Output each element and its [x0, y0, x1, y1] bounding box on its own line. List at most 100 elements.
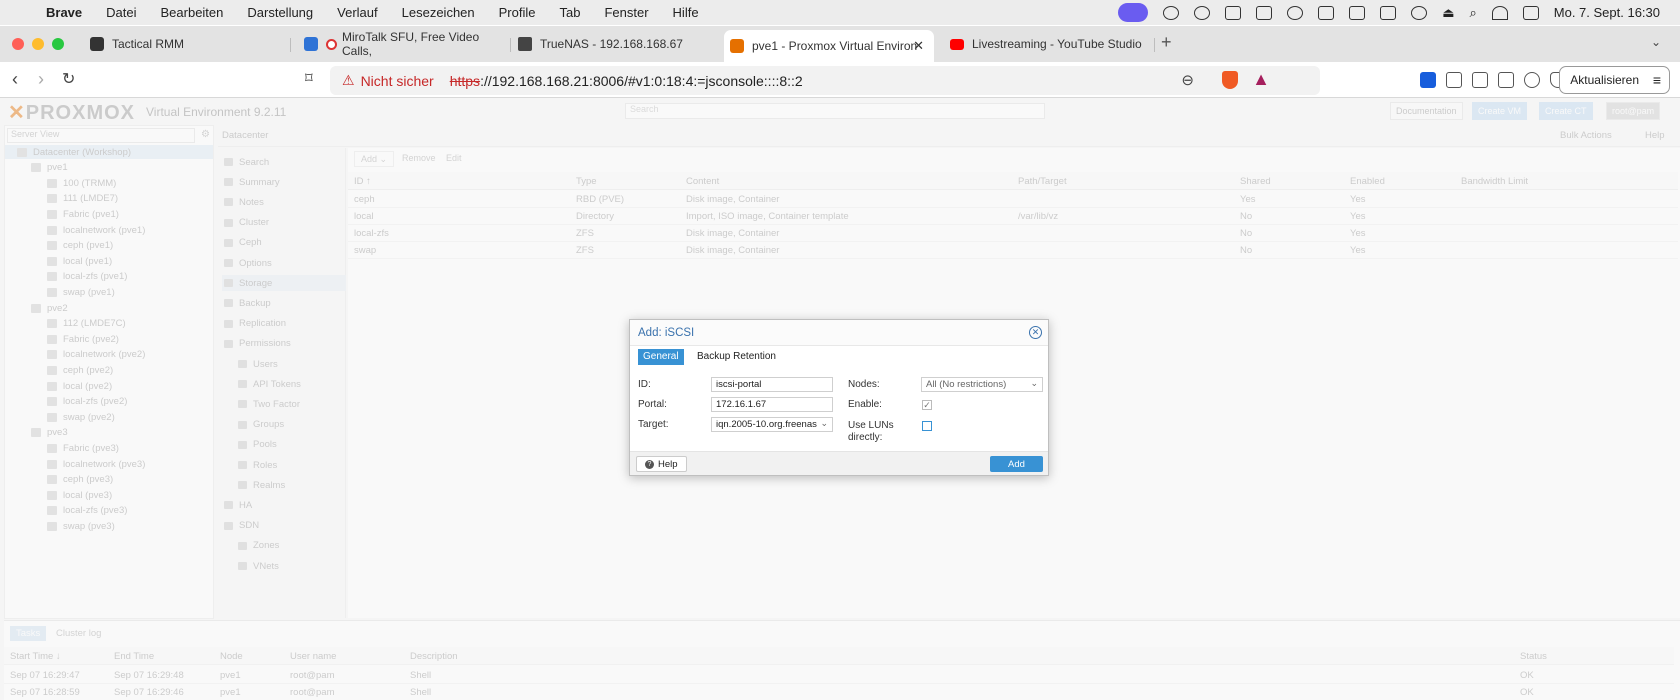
warning-icon[interactable]: ⚠ — [342, 72, 355, 89]
tab-cluster-log[interactable]: Cluster log — [50, 626, 107, 641]
user-menu-button[interactable]: root@pam — [1606, 102, 1661, 120]
tree-node[interactable]: swap (pve2) — [47, 410, 115, 424]
window-minimize-button[interactable] — [32, 38, 44, 50]
update-button[interactable]: Aktualisieren ≡ — [1559, 66, 1670, 94]
nav-item-search[interactable]: Search — [222, 154, 346, 170]
menu-item-tab[interactable]: Tab — [560, 5, 581, 20]
nav-item-vnets[interactable]: VNets — [222, 558, 346, 574]
leo-ai-icon[interactable] — [1524, 72, 1540, 88]
nav-item-backup[interactable]: Backup — [222, 295, 346, 311]
app-d-icon[interactable] — [1349, 5, 1366, 20]
close-tab-icon[interactable]: ✕ — [913, 38, 924, 54]
enable-checkbox[interactable]: ✓ — [922, 400, 932, 410]
column-header[interactable]: Content — [686, 176, 719, 187]
eject-icon[interactable]: ⏏ — [1442, 5, 1454, 21]
tab-tasks[interactable]: Tasks — [10, 626, 47, 641]
menu-item-darstellung[interactable]: Darstellung — [247, 5, 313, 20]
tree-node[interactable]: local (pve1) — [47, 254, 112, 268]
tab-list-chevron-icon[interactable]: ⌄ — [1651, 35, 1661, 49]
log-column-header[interactable]: Start Time ↓ — [10, 651, 61, 662]
tree-node[interactable]: Fabric (pve1) — [47, 207, 119, 221]
column-header[interactable]: Type — [576, 176, 597, 187]
address-bar[interactable]: ⚠ Nicht sicher https ://192.168.168.21:8… — [330, 66, 1320, 95]
help-button[interactable]: Help — [1645, 130, 1665, 141]
menu-item-bearbeiten[interactable]: Bearbeiten — [161, 5, 224, 20]
window-close-button[interactable] — [12, 38, 24, 50]
wallet-icon[interactable] — [1498, 72, 1514, 88]
bitwarden-icon[interactable] — [1420, 72, 1436, 88]
nav-item-pools[interactable]: Pools — [222, 437, 346, 453]
tree-node[interactable]: local-zfs (pve1) — [47, 270, 127, 284]
remove-storage-button[interactable]: Remove — [396, 151, 442, 167]
nav-item-replication[interactable]: Replication — [222, 316, 346, 332]
target-select[interactable]: iqn.2005-10.org.freenas ⌄ — [711, 417, 833, 432]
tree-node[interactable]: localnetwork (pve3) — [47, 457, 145, 471]
nodes-select[interactable]: All (No restrictions) ⌄ — [921, 377, 1043, 392]
column-header[interactable]: Path/Target — [1018, 176, 1067, 187]
tree-node[interactable]: 100 (TRMM) — [47, 176, 116, 190]
tab-tactical-rmm[interactable]: Tactical RMM — [84, 30, 284, 58]
nav-item-storage[interactable]: Storage — [222, 275, 346, 292]
tree-node[interactable]: swap (pve1) — [47, 285, 115, 299]
tab-proxmox-pve1[interactable]: pve1 - Proxmox Virtual Environ ✕ — [724, 30, 934, 62]
column-header[interactable]: Shared — [1240, 176, 1271, 187]
nav-item-cluster[interactable]: Cluster — [222, 215, 346, 231]
tree-node[interactable]: 112 (LMDE7C) — [47, 317, 126, 331]
tab-truenas[interactable]: TrueNAS - 192.168.168.67 — [512, 30, 712, 58]
nav-item-ceph[interactable]: Ceph — [222, 235, 346, 251]
time-machine-icon[interactable] — [1411, 5, 1428, 20]
log-column-header[interactable]: Status — [1520, 651, 1547, 662]
tree-node[interactable]: ceph (pve1) — [47, 239, 113, 253]
log-row[interactable]: Sep 07 16:28:59 Sep 07 16:29:46 pve1 root@p… — [4, 684, 1674, 700]
nav-item-api-tokens[interactable]: API Tokens — [222, 376, 346, 392]
bulk-actions-button[interactable]: Bulk Actions — [1560, 130, 1612, 141]
portal-field[interactable] — [711, 397, 833, 412]
column-header[interactable]: Enabled — [1350, 176, 1385, 187]
bookmark-icon[interactable]: ⌑ — [305, 69, 313, 87]
tree-node[interactable]: local-zfs (pve3) — [47, 504, 127, 518]
brush-icon[interactable] — [1380, 5, 1397, 20]
nav-item-sdn[interactable]: SDN — [222, 518, 346, 534]
documentation-button[interactable]: Documentation — [1390, 102, 1463, 120]
nav-item-ha[interactable]: HA — [222, 497, 346, 513]
create-ct-button[interactable]: Create CT — [1539, 102, 1593, 120]
dialog-help-button[interactable]: ? Help — [636, 456, 687, 472]
tree-node[interactable]: pve3 — [31, 426, 68, 440]
tree-node[interactable]: local-zfs (pve2) — [47, 395, 127, 409]
nav-item-groups[interactable]: Groups — [222, 417, 346, 433]
log-column-header[interactable]: Node — [220, 651, 243, 662]
column-header[interactable]: ID ↑ — [354, 176, 371, 187]
search-input[interactable]: Search — [625, 103, 1045, 119]
menu-item-fenster[interactable]: Fenster — [604, 5, 648, 20]
nav-item-two-factor[interactable]: Two Factor — [222, 396, 346, 412]
log-column-header[interactable]: End Time — [114, 651, 154, 662]
tree-node[interactable]: swap (pve3) — [47, 519, 115, 533]
id-field[interactable] — [711, 377, 833, 392]
brave-shields-icon[interactable] — [1222, 71, 1238, 89]
menu-item-verlauf[interactable]: Verlauf — [337, 5, 377, 20]
tree-settings-gear-icon[interactable]: ⚙ — [201, 129, 210, 140]
tree-node[interactable]: local (pve2) — [47, 379, 112, 393]
zoom-icon[interactable]: ⊖ — [1181, 71, 1194, 89]
nav-item-notes[interactable]: Notes — [222, 194, 346, 210]
info-icon[interactable] — [1287, 5, 1304, 20]
server-view-select[interactable]: Server View — [7, 128, 195, 143]
sidebar-icon[interactable] — [1472, 72, 1488, 88]
nav-item-roles[interactable]: Roles — [222, 457, 346, 473]
forward-arrow-icon[interactable]: › — [38, 69, 44, 90]
control-center-icon[interactable] — [1522, 5, 1539, 20]
tree-node[interactable]: ceph (pve2) — [47, 363, 113, 377]
nav-item-permissions[interactable]: Permissions — [222, 336, 346, 352]
nav-item-users[interactable]: Users — [222, 356, 346, 372]
extensions-puzzle-icon[interactable] — [1446, 72, 1462, 88]
tree-node[interactable]: ceph (pve3) — [47, 473, 113, 487]
tree-node[interactable]: pve2 — [31, 301, 68, 315]
chatgpt-icon[interactable] — [1194, 5, 1211, 20]
add-storage-button[interactable]: Add ⌄ — [354, 151, 395, 167]
table-row[interactable]: local Directory Import, ISO image, Contain… — [348, 208, 1678, 225]
table-row[interactable]: ceph RBD (PVE) Disk image, Container Yes Yes — [348, 191, 1678, 208]
tab-youtube-studio[interactable]: Livestreaming - YouTube Studio — [944, 30, 1144, 58]
lock-status-icon[interactable] — [1225, 5, 1242, 20]
binoculars-icon[interactable] — [1318, 5, 1335, 20]
tree-node[interactable]: Fabric (pve2) — [47, 332, 119, 346]
